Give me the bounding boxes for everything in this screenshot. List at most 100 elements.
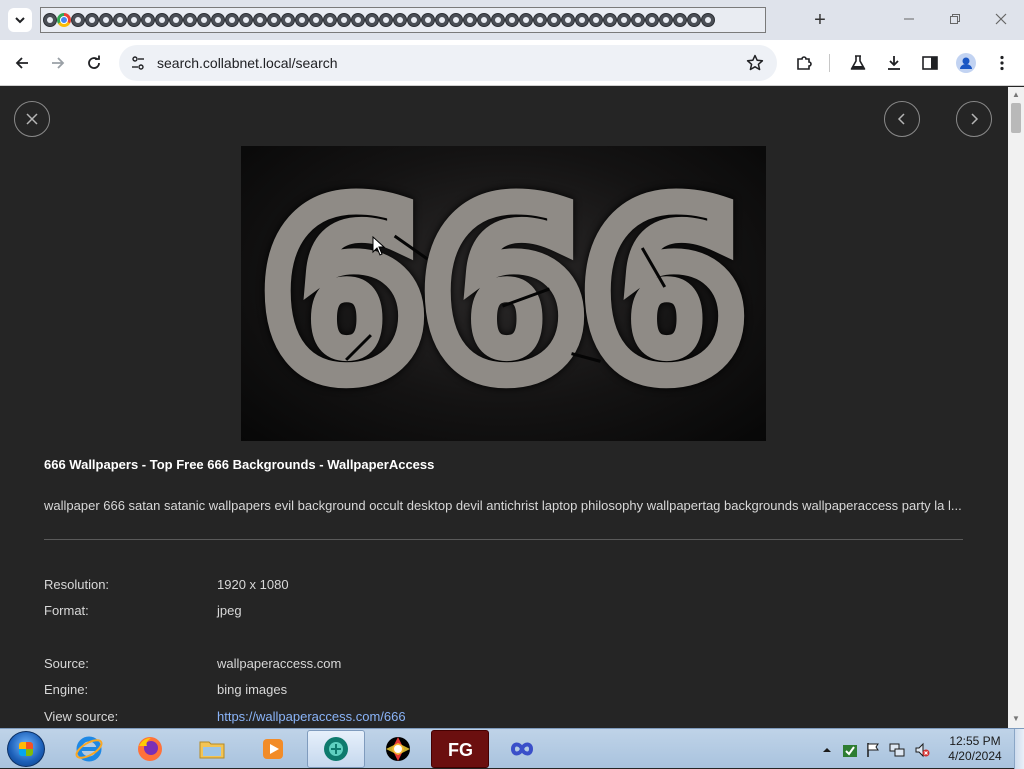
browser-tab[interactable] [463,13,477,27]
browser-tab[interactable] [113,13,127,27]
browser-tab[interactable] [43,13,57,27]
show-hidden-icons-button[interactable] [819,742,835,758]
system-clock[interactable]: 12:55 PM 4/20/2024 [940,734,1010,764]
browser-tab[interactable] [99,13,113,27]
browser-tab[interactable] [225,13,239,27]
browser-tab[interactable] [197,13,211,27]
browser-tab[interactable] [239,13,253,27]
preview-image[interactable]: 666 [241,146,766,441]
scroll-down-arrow-icon[interactable]: ▼ [1012,715,1020,723]
browser-tab[interactable] [561,13,575,27]
site-info-icon[interactable] [129,54,147,72]
labs-button[interactable] [846,51,870,75]
browser-tab[interactable] [547,13,561,27]
side-panel-button[interactable] [918,51,942,75]
browser-tab[interactable] [323,13,337,27]
filezilla-icon: FG [448,740,473,760]
view-source-link[interactable]: https://wallpaperaccess.com/666 [217,709,406,724]
browser-tab[interactable] [127,13,141,27]
browser-tab[interactable] [351,13,365,27]
taskbar-infinity-app[interactable] [493,730,551,768]
address-bar[interactable]: search.collabnet.local/search [119,45,777,81]
close-window-button[interactable] [989,8,1013,32]
browser-tab[interactable] [407,13,421,27]
aperture-icon [386,737,410,761]
browser-app-icon [324,737,348,761]
taskbar-browser-active[interactable] [307,730,365,768]
browser-tab[interactable] [435,13,449,27]
tab-search-button[interactable] [8,8,32,32]
browser-tab[interactable] [211,13,225,27]
tray-volume[interactable] [914,742,930,758]
forward-button[interactable] [46,51,70,75]
browser-tab[interactable] [659,13,673,27]
browser-tab[interactable] [85,13,99,27]
folder-icon [199,741,225,759]
browser-tab[interactable] [183,13,197,27]
show-desktop-button[interactable] [1014,729,1024,769]
profile-button[interactable] [954,51,978,75]
reload-button[interactable] [82,51,106,75]
reload-icon [88,55,100,69]
tab-list[interactable] [40,7,766,33]
browser-tab[interactable] [449,13,463,27]
close-icon [995,13,1007,25]
restore-button[interactable] [943,8,967,32]
close-viewer-button[interactable] [14,101,50,137]
menu-button[interactable] [990,51,1014,75]
browser-tab[interactable] [533,13,547,27]
new-tab-button[interactable]: + [808,8,832,32]
browser-tab[interactable] [337,13,351,27]
browser-tab[interactable] [141,13,155,27]
back-button[interactable] [10,51,34,75]
image-title[interactable]: 666 Wallpapers - Top Free 666 Background… [44,457,434,472]
browser-tab[interactable] [575,13,589,27]
browser-tab[interactable] [589,13,603,27]
downloads-button[interactable] [882,51,906,75]
browser-tab[interactable] [673,13,687,27]
browser-tab[interactable] [421,13,435,27]
browser-tab[interactable] [267,13,281,27]
browser-tab[interactable] [701,13,715,27]
next-image-button[interactable] [956,101,992,137]
browser-tab[interactable] [379,13,393,27]
browser-tab[interactable] [155,13,169,27]
minimize-button[interactable] [897,8,921,32]
tray-security[interactable] [842,742,858,758]
extensions-button[interactable] [792,51,816,75]
bookmark-star-button[interactable] [745,53,765,73]
browser-tab[interactable] [617,13,631,27]
browser-tab[interactable] [519,13,533,27]
browser-tab[interactable] [491,13,505,27]
browser-tab[interactable] [253,13,267,27]
browser-tab[interactable] [687,13,701,27]
taskbar-filezilla[interactable]: FG [431,730,489,768]
browser-tab[interactable] [505,13,519,27]
tray-action-center[interactable] [865,742,881,758]
taskbar-photo-app[interactable] [369,730,427,768]
browser-tab[interactable] [295,13,309,27]
browser-tab[interactable] [365,13,379,27]
taskbar-internet-explorer[interactable] [60,730,118,768]
browser-tab-active[interactable] [57,13,71,27]
previous-image-button[interactable] [884,101,920,137]
page-scrollbar[interactable]: ▲ ▼ [1008,87,1024,728]
browser-tab[interactable] [477,13,491,27]
taskbar-file-explorer[interactable] [183,730,241,768]
browser-tab[interactable] [603,13,617,27]
taskbar-firefox[interactable] [121,730,179,768]
scroll-thumb[interactable] [1011,103,1021,133]
browser-tab[interactable] [281,13,295,27]
taskbar-media-player[interactable] [244,730,302,768]
browser-tab[interactable] [631,13,645,27]
start-button[interactable] [7,731,45,767]
browser-tab[interactable] [309,13,323,27]
scroll-up-arrow-icon[interactable]: ▲ [1012,91,1020,99]
tray-network[interactable] [889,742,905,758]
url-text[interactable]: search.collabnet.local/search [157,55,338,71]
browser-tab[interactable] [169,13,183,27]
minimize-icon [904,18,914,20]
browser-tab[interactable] [393,13,407,27]
browser-tab[interactable] [645,13,659,27]
browser-tab[interactable] [71,13,85,27]
